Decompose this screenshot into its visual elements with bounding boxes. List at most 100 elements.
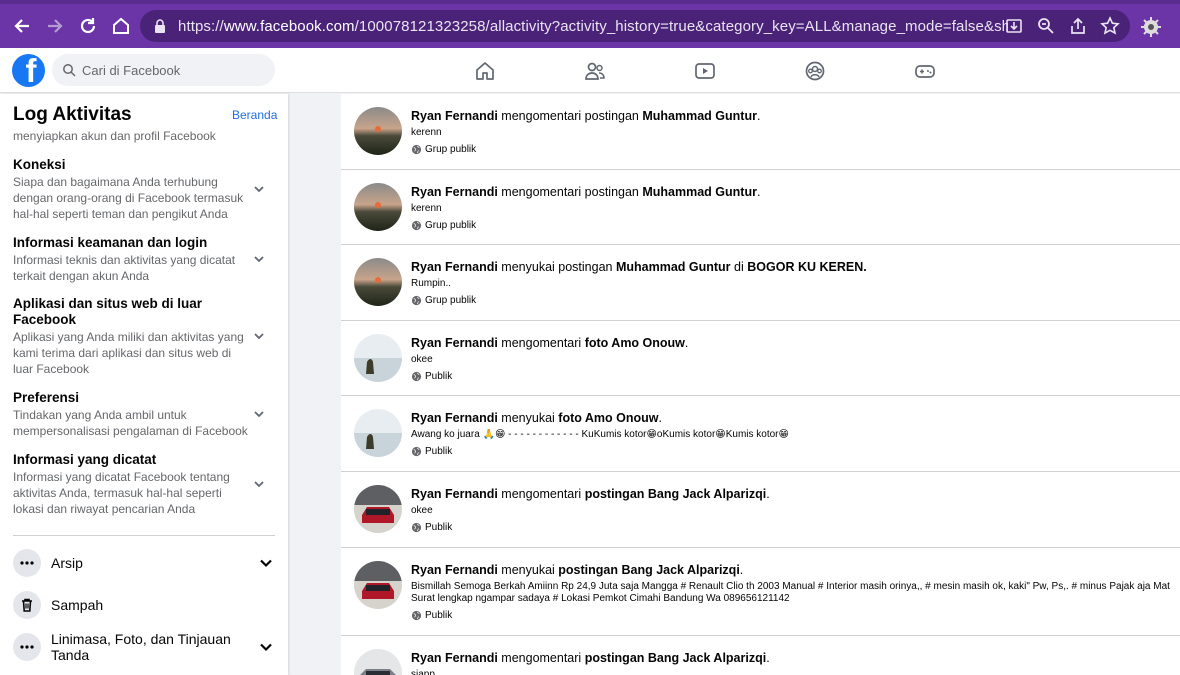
activity-target[interactable]: foto Amo Onouw xyxy=(585,336,685,350)
category-desc: Aplikasi yang Anda miliki dan aktivitas … xyxy=(13,330,244,376)
sidebar-item-timeline-review[interactable]: Linimasa, Foto, dan Tinjauan Tanda xyxy=(13,631,275,663)
home-button[interactable] xyxy=(105,10,137,42)
activity-item[interactable]: Ryan Fernandi mengomentari postingan Ban… xyxy=(341,472,1180,548)
facebook-logo[interactable]: f xyxy=(12,54,45,87)
privacy-label: Publik xyxy=(411,610,1180,621)
avatar[interactable] xyxy=(354,107,402,155)
privacy-label: Grup publik xyxy=(411,220,1180,231)
actor-name[interactable]: Ryan Fernandi xyxy=(411,563,498,577)
more-icon xyxy=(13,549,41,577)
forward-button[interactable] xyxy=(39,10,71,42)
url-text: https://www.facebook.com/100078121323258… xyxy=(178,17,1008,35)
activity-suffix: . xyxy=(684,336,689,350)
video-icon xyxy=(695,62,715,79)
activity-item[interactable]: Ryan Fernandi menyukai postingan Muhamma… xyxy=(341,245,1180,321)
activity-target[interactable]: postingan Bang Jack Alparizqi xyxy=(585,487,767,501)
nav-gaming[interactable] xyxy=(870,48,980,93)
page-title: Log Aktivitas xyxy=(13,104,132,125)
category-title: Informasi yang dicatat xyxy=(13,452,157,467)
globe-icon xyxy=(411,144,422,155)
activity-item[interactable]: Ryan Fernandi mengomentari postingan Muh… xyxy=(341,94,1180,170)
install-icon[interactable] xyxy=(1004,16,1024,36)
avatar[interactable] xyxy=(354,561,402,609)
home-icon xyxy=(113,17,129,34)
nav-friends[interactable] xyxy=(540,48,650,93)
home-link[interactable]: Beranda xyxy=(232,108,277,122)
nav-home[interactable] xyxy=(430,48,540,93)
arrow-right-icon xyxy=(48,19,63,33)
share-icon[interactable] xyxy=(1068,16,1088,36)
activity-target[interactable]: Muhammad Guntur xyxy=(642,185,757,199)
activity-item[interactable]: Ryan Fernandi mengomentari foto Amo Onou… xyxy=(341,321,1180,396)
extension-icon[interactable] xyxy=(1140,16,1162,38)
actor-name[interactable]: Ryan Fernandi xyxy=(411,185,498,199)
globe-icon xyxy=(411,295,422,306)
activity-target[interactable]: Muhammad Guntur xyxy=(616,260,731,274)
star-icon[interactable] xyxy=(1100,16,1120,36)
globe-icon xyxy=(411,371,422,382)
sidebar-item-trash[interactable]: Sampah xyxy=(13,591,275,619)
category-apps-websites[interactable]: Aplikasi dan situs web di luar Facebook … xyxy=(13,296,278,377)
back-button[interactable] xyxy=(6,10,38,42)
actor-name[interactable]: Ryan Fernandi xyxy=(411,411,498,425)
activity-item[interactable]: Ryan Fernandi mengomentari postingan Muh… xyxy=(341,170,1180,245)
address-bar[interactable]: https://www.facebook.com/100078121323258… xyxy=(140,10,1130,42)
avatar[interactable] xyxy=(354,258,402,306)
activity-target[interactable]: Muhammad Guntur xyxy=(642,109,757,123)
activity-extra[interactable]: BOGOR KU KEREN. xyxy=(747,260,866,274)
actor-name[interactable]: Ryan Fernandi xyxy=(411,487,498,501)
nav-groups[interactable] xyxy=(760,48,870,93)
sidebar-item-label: Sampah xyxy=(51,597,104,613)
activity-title: Ryan Fernandi mengomentari postingan Muh… xyxy=(411,185,1180,200)
privacy-label: Publik xyxy=(411,522,1180,533)
privacy-text: Grup publik xyxy=(425,144,477,155)
category-title: Informasi keamanan dan login xyxy=(13,235,208,250)
avatar[interactable] xyxy=(354,183,402,231)
category-security-login[interactable]: Informasi keamanan dan login Informasi t… xyxy=(13,235,278,284)
privacy-label: Publik xyxy=(411,446,1180,457)
activity-title: Ryan Fernandi mengomentari foto Amo Onou… xyxy=(411,336,1180,351)
actor-name[interactable]: Ryan Fernandi xyxy=(411,651,498,665)
activity-target[interactable]: postingan Bang Jack Alparizqi xyxy=(585,651,767,665)
activity-item[interactable]: Ryan Fernandi mengomentari postingan Ban… xyxy=(341,636,1180,675)
activity-item[interactable]: Ryan Fernandi menyukai postingan Bang Ja… xyxy=(341,548,1180,636)
avatar[interactable] xyxy=(354,485,402,533)
search-input[interactable] xyxy=(82,62,262,78)
sidebar-item-label: Arsip xyxy=(51,555,83,571)
activity-verb: menyukai xyxy=(497,563,559,577)
reload-button[interactable] xyxy=(72,10,104,42)
chevron-down-icon xyxy=(260,643,272,652)
category-logged-info[interactable]: Informasi yang dicatat Informasi yang di… xyxy=(13,452,278,517)
actor-name[interactable]: Ryan Fernandi xyxy=(411,109,498,123)
activity-suffix: . xyxy=(756,109,761,123)
activity-suffix: . xyxy=(658,411,662,425)
activity-suffix: . xyxy=(756,185,761,199)
privacy-text: Publik xyxy=(425,371,453,382)
sidebar-item-archive[interactable]: Arsip xyxy=(13,549,275,577)
activity-target[interactable]: foto Amo Onouw xyxy=(558,411,658,425)
activity-item[interactable]: Ryan Fernandi menyukai foto Amo Onouw. Aw… xyxy=(341,396,1180,472)
activity-verb: mengomentari xyxy=(497,487,585,501)
activity-snippet-line2: Surat lengkap ngampar sadaya # Lokasi Pe… xyxy=(411,593,790,604)
search-box[interactable] xyxy=(52,54,275,86)
category-desc: Informasi teknis dan aktivitas yang dica… xyxy=(13,253,236,283)
activity-target[interactable]: postingan Bang Jack Alparizqi xyxy=(558,563,740,577)
activity-log-sidebar: Log Aktivitas Beranda menyiapkan akun da… xyxy=(0,94,288,675)
actor-name[interactable]: Ryan Fernandi xyxy=(411,336,498,350)
actor-name[interactable]: Ryan Fernandi xyxy=(411,260,498,274)
avatar[interactable] xyxy=(354,649,402,675)
activity-title: Ryan Fernandi mengomentari postingan Muh… xyxy=(411,109,1180,124)
nav-watch[interactable] xyxy=(650,48,760,93)
browser-toolbar: https://www.facebook.com/100078121323258… xyxy=(0,4,1180,48)
zoom-icon[interactable] xyxy=(1036,16,1056,36)
friends-icon xyxy=(585,62,605,80)
trash-icon xyxy=(13,591,41,619)
lock-icon xyxy=(155,19,165,33)
category-connections[interactable]: Koneksi Siapa dan bagaimana Anda terhubu… xyxy=(13,157,278,222)
category-preferences[interactable]: Preferensi Tindakan yang Anda ambil untu… xyxy=(13,390,278,439)
avatar[interactable] xyxy=(354,409,402,457)
avatar[interactable] xyxy=(354,334,402,382)
home-icon xyxy=(476,61,494,80)
activity-title: Ryan Fernandi menyukai foto Amo Onouw. xyxy=(411,411,1180,426)
globe-icon xyxy=(411,522,422,533)
